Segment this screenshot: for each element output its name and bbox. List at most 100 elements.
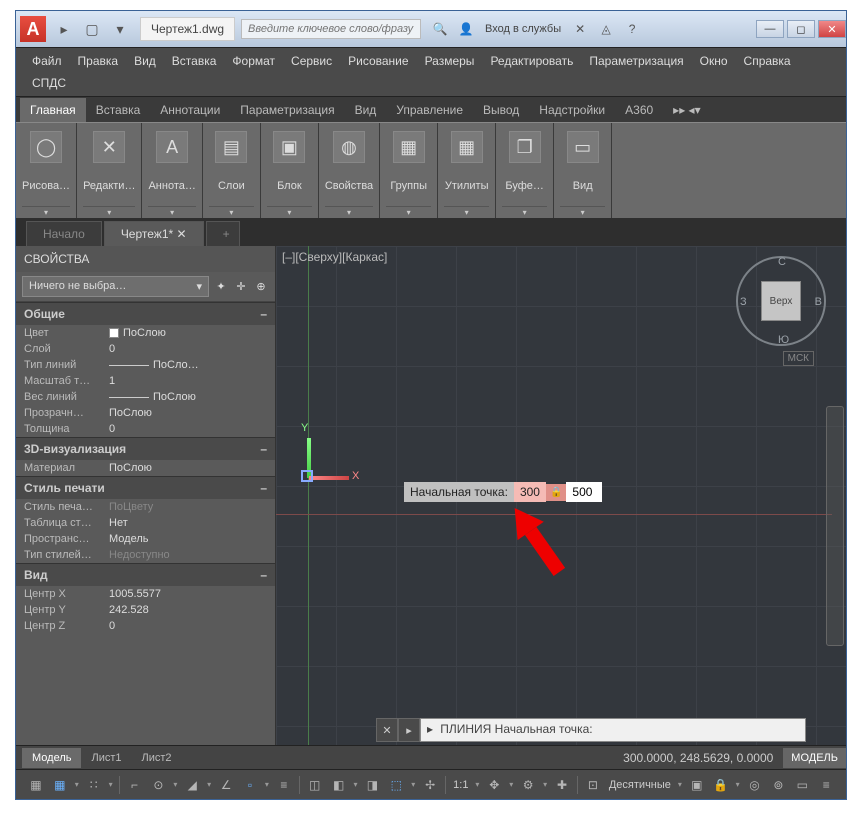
props-row[interactable]: Стиль печа…ПоЦвету: [16, 499, 275, 515]
props-row[interactable]: ЦветПоСлою: [16, 325, 275, 341]
cmdline-menu-icon[interactable]: ▸: [398, 718, 420, 742]
props-row[interactable]: Толщина0: [16, 421, 275, 437]
menu-сервис[interactable]: Сервис: [283, 50, 340, 72]
model-space-icon[interactable]: ▦: [25, 774, 47, 796]
minimize-button[interactable]: —: [756, 20, 784, 38]
3dosnap-icon[interactable]: ◨: [362, 774, 384, 796]
props-value[interactable]: ПоСлою: [109, 391, 267, 403]
selection-dropdown[interactable]: Ничего не выбра…▾: [22, 276, 209, 297]
panel-expand-icon[interactable]: ▾: [560, 206, 605, 218]
close-tab-icon[interactable]: ✕: [173, 227, 186, 241]
panel-icon[interactable]: ▦: [451, 131, 483, 163]
search-icon[interactable]: 🔍: [430, 19, 450, 39]
search-input[interactable]: [241, 19, 421, 39]
props-row[interactable]: Центр Z0: [16, 618, 275, 634]
panel-expand-icon[interactable]: ▾: [22, 206, 70, 218]
props-section-header[interactable]: Стиль печати–: [16, 476, 275, 499]
object-select-icon[interactable]: ⊕: [253, 279, 269, 295]
ribbon-tab[interactable]: Вставка: [86, 98, 151, 122]
props-row[interactable]: Центр X1005.5577: [16, 586, 275, 602]
ribbon-tab[interactable]: Вид: [345, 98, 387, 122]
props-value[interactable]: 1005.5577: [109, 588, 267, 600]
lock-ui-icon[interactable]: 🔒: [710, 774, 732, 796]
drop-icon[interactable]: ▾: [106, 780, 116, 789]
model-button[interactable]: МОДЕЛЬ: [783, 748, 846, 768]
exchange-icon[interactable]: ✕: [570, 19, 590, 39]
panel-icon[interactable]: ❐: [509, 131, 541, 163]
panel-expand-icon[interactable]: ▾: [502, 206, 547, 218]
workspace-icon[interactable]: ⚙: [517, 774, 539, 796]
panel-expand-icon[interactable]: ▾: [267, 206, 312, 218]
props-section-header[interactable]: Общие–: [16, 302, 275, 325]
panel-expand-icon[interactable]: ▾: [209, 206, 254, 218]
panel-icon[interactable]: ▦: [393, 131, 425, 163]
quick-select-icon[interactable]: ✦: [213, 279, 229, 295]
props-value[interactable]: Нет: [109, 517, 267, 529]
annotation-scale-icon[interactable]: ✥: [483, 774, 505, 796]
units-icon[interactable]: ⊡: [582, 774, 604, 796]
units-label[interactable]: Десятичные: [605, 779, 675, 791]
ribbon-tab[interactable]: Главная: [20, 98, 86, 122]
menu-рисование[interactable]: Рисование: [340, 50, 416, 72]
cycling-icon[interactable]: ◧: [328, 774, 350, 796]
app-menu-icon[interactable]: A: [20, 16, 46, 42]
new-icon[interactable]: ▸: [52, 17, 76, 41]
props-value[interactable]: 0: [109, 620, 267, 632]
panel-expand-icon[interactable]: ▾: [386, 206, 431, 218]
props-row[interactable]: Центр Y242.528: [16, 602, 275, 618]
pick-add-icon[interactable]: ✛: [233, 279, 249, 295]
isolate-icon[interactable]: ◎: [744, 774, 766, 796]
transparency-icon[interactable]: ◫: [304, 774, 326, 796]
snap-icon[interactable]: ∷: [83, 774, 105, 796]
props-row[interactable]: Вес линийПоСлою: [16, 389, 275, 405]
panel-icon[interactable]: ▣: [273, 131, 305, 163]
dynamic-ucs-icon[interactable]: ⬚: [385, 774, 407, 796]
panel-expand-icon[interactable]: ▾: [83, 206, 135, 218]
props-row[interactable]: Таблица ст…Нет: [16, 515, 275, 531]
props-row[interactable]: Тип стилей…Недоступно: [16, 547, 275, 563]
document-tab[interactable]: Чертеж1* ✕: [104, 221, 204, 246]
props-value[interactable]: 242.528: [109, 604, 267, 616]
ribbon-more-icon[interactable]: ▸▸ ◂▾: [663, 98, 710, 122]
layout-tab[interactable]: Лист2: [132, 748, 182, 768]
ribbon-tab[interactable]: Управление: [386, 98, 473, 122]
ribbon-tab[interactable]: A360: [615, 98, 663, 122]
quick-props-icon[interactable]: ▣: [686, 774, 708, 796]
props-value[interactable]: 0: [109, 343, 267, 355]
props-value[interactable]: ПоЦвету: [109, 501, 267, 513]
isoplane-icon[interactable]: ◢: [181, 774, 203, 796]
add-tab-button[interactable]: +: [206, 221, 240, 246]
dynamic-input-icon[interactable]: ✢: [419, 774, 441, 796]
drop-icon[interactable]: ▾: [72, 780, 82, 789]
ucs-label[interactable]: МСК: [783, 351, 814, 366]
user-icon[interactable]: 👤: [456, 19, 476, 39]
props-section-header[interactable]: Вид–: [16, 563, 275, 586]
panel-icon[interactable]: ▤: [215, 131, 247, 163]
a360-icon[interactable]: ◬: [596, 19, 616, 39]
ribbon-tab[interactable]: Вывод: [473, 98, 529, 122]
ribbon-tab[interactable]: Надстройки: [529, 98, 615, 122]
signin-link[interactable]: Вход в службы: [485, 23, 561, 35]
menu-редактировать[interactable]: Редактировать: [482, 50, 581, 72]
clean-screen-icon[interactable]: ▭: [791, 774, 813, 796]
panel-expand-icon[interactable]: ▾: [444, 206, 489, 218]
panel-expand-icon[interactable]: ▾: [325, 206, 373, 218]
props-value[interactable]: 0: [109, 423, 267, 435]
open-icon[interactable]: ▾: [108, 17, 132, 41]
menu-спдс[interactable]: СПДС: [24, 72, 74, 94]
panel-icon[interactable]: ✕: [93, 131, 125, 163]
panel-icon[interactable]: ◯: [30, 131, 62, 163]
props-value[interactable]: ПоСлою: [109, 327, 267, 339]
polar-icon[interactable]: ⊙: [147, 774, 169, 796]
props-value[interactable]: ПоСлою: [109, 407, 267, 419]
customize-icon[interactable]: ≡: [815, 774, 837, 796]
menu-размеры[interactable]: Размеры: [417, 50, 483, 72]
grid-icon[interactable]: ▦: [49, 774, 71, 796]
props-row[interactable]: Масштаб т…1: [16, 373, 275, 389]
ribbon-tab[interactable]: Параметризация: [230, 98, 344, 122]
ortho-icon[interactable]: ⌐: [124, 774, 146, 796]
props-section-header[interactable]: 3D-визуализация–: [16, 437, 275, 460]
command-input[interactable]: ▸ ПЛИНИЯ Начальная точка:: [420, 718, 806, 742]
navigation-bar[interactable]: [826, 406, 844, 646]
viewcube[interactable]: Верх С Ю В З: [736, 256, 826, 346]
